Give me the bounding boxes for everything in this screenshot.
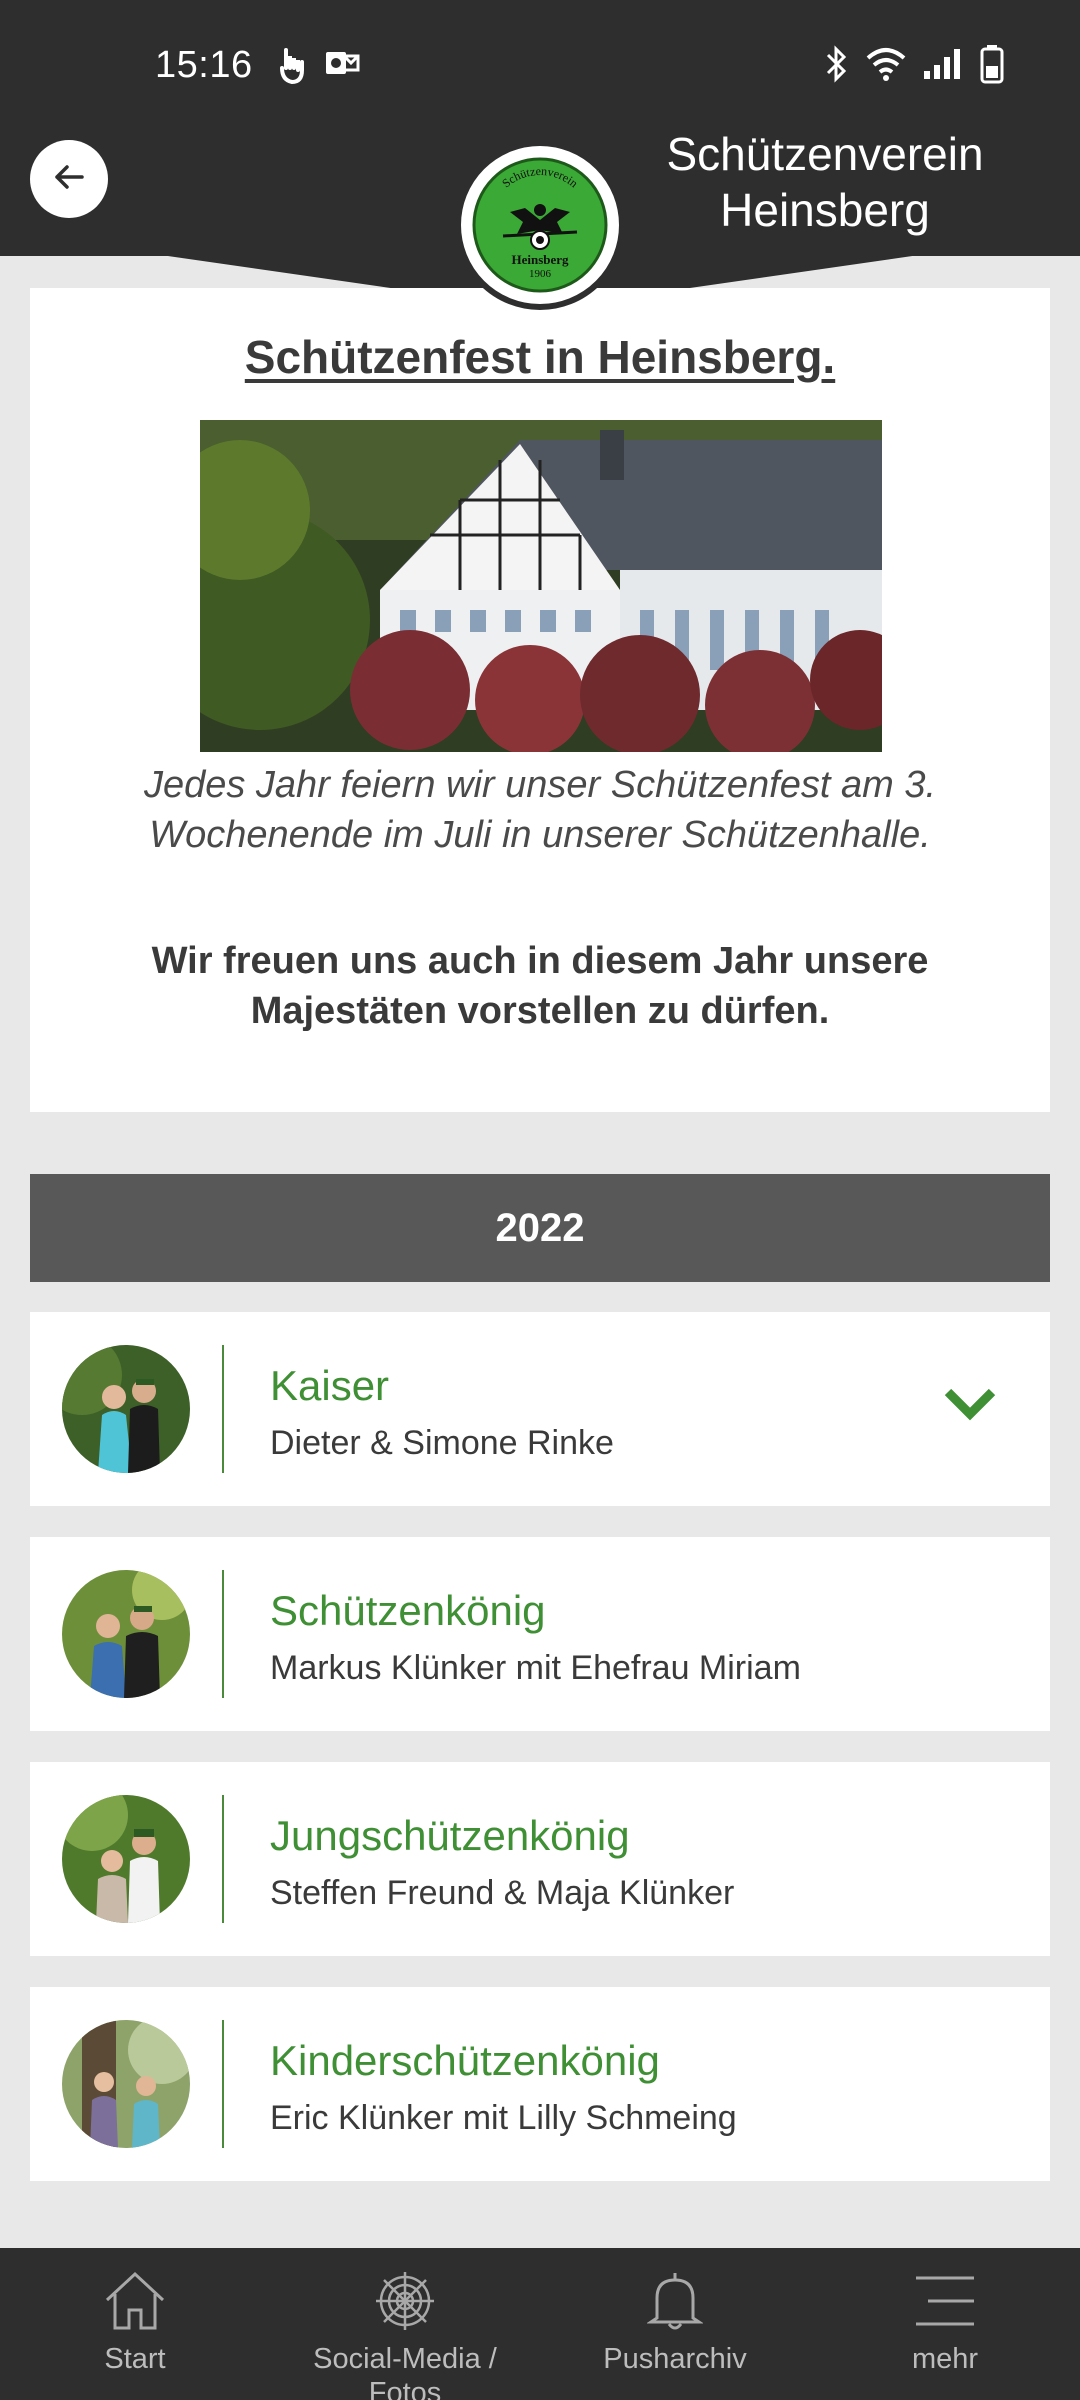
majesty-names: Steffen Freund & Maja Klünker: [270, 1874, 735, 1912]
home-icon: [103, 2270, 167, 2332]
majesty-title: Jungschützenkönig: [270, 1812, 630, 1859]
status-time: 15:16: [155, 44, 253, 86]
intro-text: Jedes Jahr feiern wir unser Schützenfest…: [143, 764, 937, 856]
battery-icon: [980, 44, 1004, 84]
majesty-title: Schützenkönig: [270, 1587, 546, 1634]
majesty-title: Kaiser: [270, 1362, 390, 1409]
nav-start[interactable]: Start: [0, 2248, 270, 2400]
status-right-icons: [822, 44, 1004, 84]
nav-label: mehr: [911, 2343, 979, 2375]
nav-label: Social-Media / Fotos: [313, 2343, 497, 2400]
club-name: Schützenverein Heinsberg: [625, 126, 1025, 238]
card-divider: [222, 1570, 224, 1698]
card-divider: [222, 1345, 224, 1473]
majesty-card-kaiser[interactable]: Kaiser Dieter & Simone Rinke: [30, 1312, 1050, 1506]
majesty-names: Dieter & Simone Rinke: [270, 1424, 614, 1462]
nav-mehr[interactable]: mehr: [810, 2248, 1080, 2400]
club-name-line1: Schützenverein: [666, 128, 984, 180]
intro-title: Schützenfest in Heinsberg.: [244, 331, 836, 383]
avatar: [62, 1795, 190, 1923]
bluetooth-icon: [822, 45, 850, 83]
year-header[interactable]: 2022: [30, 1174, 1050, 1282]
majesty-card-kinderschuetzenkoenig[interactable]: Kinderschützenkönig Eric Klünker mit Lil…: [30, 1987, 1050, 2181]
chevron-down-icon[interactable]: [944, 1386, 996, 1427]
status-left-icons: [276, 48, 360, 84]
bell-icon: [647, 2270, 703, 2332]
bottom-navigation: Start Social-Media / Fotos Pusharchiv me…: [0, 2248, 1080, 2400]
touch-icon: [276, 48, 306, 84]
signal-icon: [922, 47, 966, 81]
nav-social-media[interactable]: Social-Media / Fotos: [270, 2248, 540, 2400]
card-divider: [222, 2020, 224, 2148]
nav-label: Pusharchiv: [603, 2343, 747, 2375]
club-name-line2: Heinsberg: [720, 184, 930, 236]
hall-photo: [200, 420, 882, 752]
avatar: [62, 1570, 190, 1698]
majesty-card-jungschuetzenkoenig[interactable]: Jungschützenkönig Steffen Freund & Maja …: [30, 1762, 1050, 1956]
menu-icon: [914, 2270, 976, 2332]
wifi-icon: [864, 46, 908, 82]
avatar: [62, 1345, 190, 1473]
intro-highlight: Wir freuen uns auch in diesem Jahr unser…: [151, 940, 929, 1032]
svg-text:Heinsberg: Heinsberg: [511, 252, 569, 267]
majesty-title: Kinderschützenkönig: [270, 2037, 660, 2084]
back-button[interactable]: [30, 140, 108, 218]
club-logo[interactable]: Schützenverein Heinsberg 1906: [455, 140, 625, 310]
majesty-card-schuetzenkoenig[interactable]: Schützenkönig Markus Klünker mit Ehefrau…: [30, 1537, 1050, 1731]
logo-emblem: Schützenverein Heinsberg 1906: [468, 153, 612, 297]
web-icon: [374, 2270, 436, 2332]
nav-label: Start: [104, 2343, 166, 2375]
svg-text:1906: 1906: [529, 268, 552, 280]
avatar: [62, 2020, 190, 2148]
majesty-names: Markus Klünker mit Ehefrau Miriam: [270, 1649, 801, 1687]
majesty-names: Eric Klünker mit Lilly Schmeing: [270, 2099, 737, 2137]
outlook-icon: [324, 48, 360, 84]
intro-card: Schützenfest in Heinsberg. Jedes Jahr fe…: [30, 288, 1050, 1112]
card-divider: [222, 1795, 224, 1923]
arrow-left-icon: [52, 160, 86, 199]
nav-pusharchiv[interactable]: Pusharchiv: [540, 2248, 810, 2400]
